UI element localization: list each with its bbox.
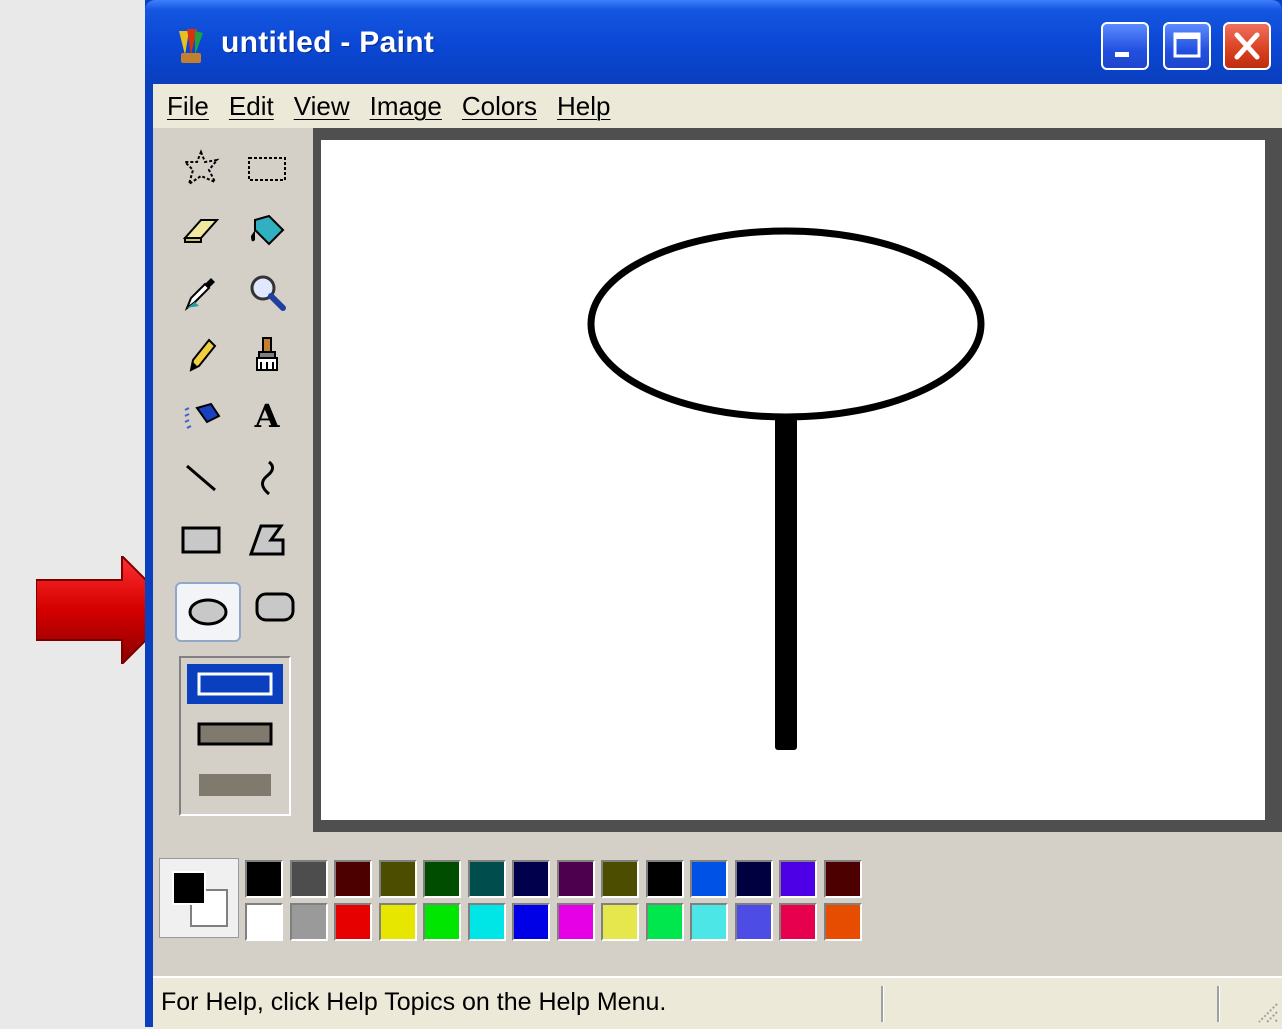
palette-color-swatch[interactable] bbox=[378, 860, 417, 898]
menu-colors[interactable]: Colors bbox=[462, 91, 537, 122]
close-button[interactable] bbox=[1223, 22, 1271, 70]
palette-color-swatch[interactable] bbox=[823, 860, 862, 898]
fill-style-outline-fill-option[interactable] bbox=[187, 714, 283, 754]
brush-tool[interactable] bbox=[239, 326, 295, 382]
eyedropper-icon bbox=[184, 278, 215, 311]
menu-file[interactable]: File bbox=[167, 91, 209, 122]
color-palette bbox=[153, 832, 1282, 956]
menu-edit[interactable]: Edit bbox=[229, 91, 274, 122]
pencil-icon bbox=[189, 338, 217, 372]
airbrush-tool[interactable] bbox=[173, 388, 229, 444]
palette-color-swatch[interactable] bbox=[334, 903, 372, 941]
paint-window: untitled - Paint File Edit View Image Co… bbox=[145, 0, 1282, 1029]
menu-view[interactable]: View bbox=[294, 91, 350, 122]
pick-color-tool[interactable] bbox=[173, 264, 229, 320]
curve-tool[interactable] bbox=[239, 450, 295, 506]
status-divider bbox=[881, 986, 883, 1022]
drawn-ellipse bbox=[587, 227, 985, 421]
curve-icon bbox=[261, 460, 274, 496]
fill-with-color-tool[interactable] bbox=[239, 202, 295, 258]
palette-color-swatch[interactable] bbox=[556, 903, 595, 941]
palette-color-swatch[interactable] bbox=[601, 903, 639, 941]
palette-color-swatch[interactable] bbox=[779, 903, 817, 941]
palette-color-swatch[interactable] bbox=[512, 903, 550, 941]
polygon-icon bbox=[248, 524, 285, 556]
eraser-icon bbox=[182, 219, 220, 243]
fill-style-outline-option[interactable] bbox=[187, 664, 283, 704]
status-help-text: For Help, click Help Topics on the Help … bbox=[161, 988, 667, 1016]
minimize-icon bbox=[1115, 52, 1129, 57]
palette-color-swatch[interactable] bbox=[556, 860, 595, 898]
drawing-canvas[interactable] bbox=[321, 140, 1265, 820]
magnifier-icon bbox=[250, 275, 286, 311]
polygon-tool[interactable] bbox=[239, 512, 295, 568]
palette-color-swatch[interactable] bbox=[378, 903, 417, 941]
client-area: A For Help, click Help Topics on the Hel… bbox=[153, 128, 1282, 1029]
menu-bar: File Edit View Image Colors Help bbox=[153, 84, 1282, 128]
text-icon: A bbox=[254, 397, 280, 435]
brush-icon bbox=[256, 337, 278, 371]
rectangle-select-icon bbox=[248, 157, 286, 181]
paint-app-icon bbox=[179, 29, 203, 63]
palette-color-swatch[interactable] bbox=[245, 903, 283, 941]
palette-color-swatch[interactable] bbox=[467, 903, 506, 941]
fill-only-rectangle-icon bbox=[199, 774, 271, 796]
status-bar: For Help, click Help Topics on the Help … bbox=[153, 976, 1282, 1029]
fill-style-options bbox=[179, 656, 291, 816]
palette-color-swatch[interactable] bbox=[423, 860, 461, 898]
title-bar[interactable]: untitled - Paint bbox=[145, 0, 1282, 84]
palette-color-swatch[interactable] bbox=[690, 903, 728, 941]
palette-color-swatch[interactable] bbox=[779, 860, 817, 898]
status-divider bbox=[1217, 986, 1219, 1022]
pencil-tool[interactable] bbox=[173, 326, 229, 382]
rounded-rectangle-tool[interactable] bbox=[247, 580, 303, 636]
rectangle-icon bbox=[181, 526, 221, 554]
free-form-select-icon bbox=[182, 149, 220, 187]
maximize-icon bbox=[1173, 32, 1201, 58]
ellipse-tool[interactable] bbox=[175, 582, 241, 642]
palette-color-swatch[interactable] bbox=[734, 903, 773, 941]
palette-color-swatch[interactable] bbox=[289, 903, 328, 941]
palette-color-swatch[interactable] bbox=[734, 860, 773, 898]
drawn-line bbox=[775, 418, 797, 750]
current-colors-indicator[interactable] bbox=[159, 858, 239, 938]
rectangle-tool[interactable] bbox=[173, 512, 229, 568]
rectangle-select-tool[interactable] bbox=[239, 140, 295, 196]
close-icon bbox=[1234, 32, 1260, 60]
outline-rectangle-icon bbox=[197, 672, 273, 696]
free-form-select-tool[interactable] bbox=[173, 140, 229, 196]
line-tool[interactable] bbox=[173, 450, 229, 506]
palette-color-swatch[interactable] bbox=[645, 860, 684, 898]
palette-color-swatch[interactable] bbox=[334, 860, 372, 898]
palette-color-swatch[interactable] bbox=[423, 903, 461, 941]
palette-color-swatch[interactable] bbox=[690, 860, 728, 898]
line-icon bbox=[186, 464, 216, 492]
airbrush-icon bbox=[184, 402, 221, 429]
palette-color-swatch[interactable] bbox=[823, 903, 862, 941]
paint-bucket-icon bbox=[251, 214, 285, 246]
fill-style-fill-only-option[interactable] bbox=[187, 764, 283, 804]
foreground-color-swatch bbox=[172, 871, 206, 905]
palette-color-swatch[interactable] bbox=[245, 860, 283, 898]
eraser-tool[interactable] bbox=[173, 202, 229, 258]
palette-color-swatch[interactable] bbox=[512, 860, 550, 898]
outline-fill-rectangle-icon bbox=[197, 722, 273, 746]
palette-color-swatch[interactable] bbox=[467, 860, 506, 898]
palette-color-swatch[interactable] bbox=[645, 903, 684, 941]
menu-image[interactable]: Image bbox=[370, 91, 442, 122]
window-title: untitled - Paint bbox=[221, 26, 435, 59]
text-tool[interactable]: A bbox=[239, 388, 295, 444]
resize-grip-icon[interactable] bbox=[1253, 998, 1279, 1024]
magnifier-tool[interactable] bbox=[239, 264, 295, 320]
minimize-button[interactable] bbox=[1101, 22, 1149, 70]
maximize-button[interactable] bbox=[1163, 22, 1211, 70]
palette-color-swatch[interactable] bbox=[289, 860, 328, 898]
rounded-rectangle-icon bbox=[255, 592, 295, 622]
toolbox: A bbox=[153, 128, 313, 828]
ellipse-icon bbox=[188, 598, 228, 626]
palette-color-swatch[interactable] bbox=[601, 860, 639, 898]
menu-help[interactable]: Help bbox=[557, 91, 610, 122]
